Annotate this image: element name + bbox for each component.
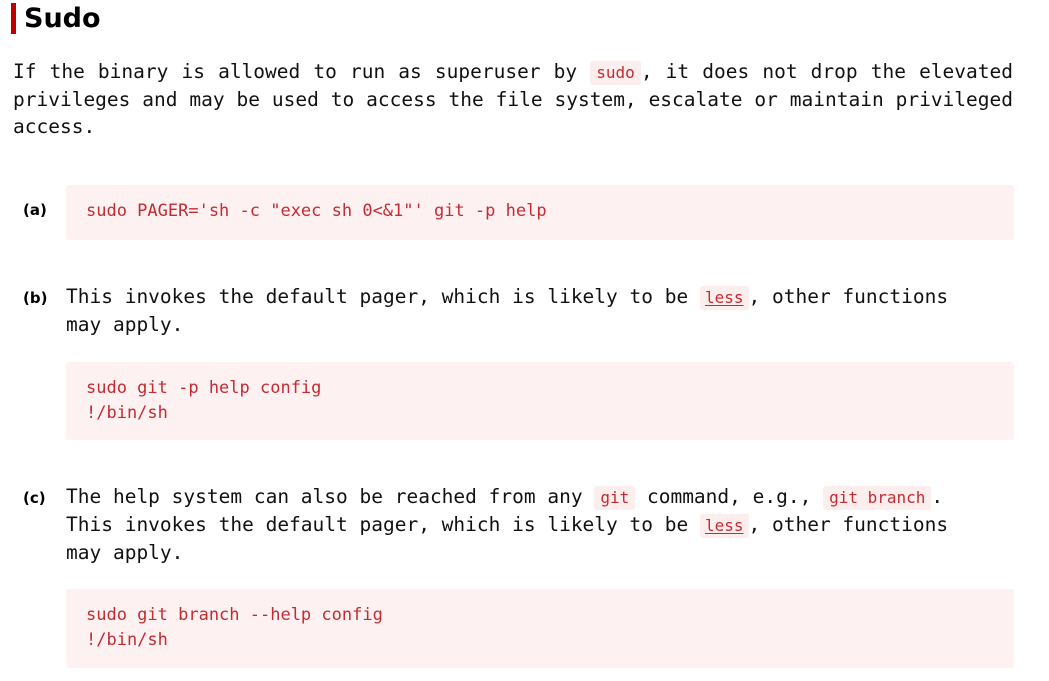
- inline-link-less-b[interactable]: less: [699, 286, 749, 310]
- inline-code-git-branch: git branch: [823, 486, 932, 510]
- code-block-c[interactable]: sudo git branch --help config !/bin/sh: [66, 589, 1014, 668]
- item-b-line-2: may apply.: [66, 313, 184, 336]
- item-c-text-part2: command, e.g.,: [646, 485, 812, 508]
- inline-code-git: git: [594, 486, 636, 510]
- intro-paragraph: If the binary is allowed to run as super…: [13, 58, 1013, 140]
- item-c-line2-part2: , other functions: [748, 513, 949, 536]
- inline-link-less-c[interactable]: less: [699, 514, 749, 538]
- item-label-c: (c): [23, 489, 46, 507]
- code-block-b[interactable]: sudo git -p help config !/bin/sh: [66, 362, 1014, 440]
- item-label-b: (b): [23, 289, 48, 307]
- item-b-text-part1: This invokes the default pager, which is…: [66, 285, 689, 308]
- inline-code-sudo: sudo: [590, 61, 641, 85]
- item-c-text-part3: .: [931, 485, 944, 508]
- item-c-text-part1: The help system can also be reached from…: [66, 485, 583, 508]
- intro-text-part1: If the binary is allowed to run as super…: [13, 60, 578, 83]
- item-b-text-part2: , other functions: [748, 285, 949, 308]
- item-paragraph-b: This invokes the default pager, which is…: [66, 283, 1016, 338]
- document-page: Sudo If the binary is allowed to run as …: [0, 0, 1049, 681]
- item-c-line2-part1: This invokes the default pager, which is…: [66, 513, 689, 536]
- item-c-line-1: The help system can also be reached from…: [66, 483, 1016, 511]
- item-c-line-3: may apply.: [66, 541, 184, 564]
- page-heading: Sudo: [11, 0, 101, 36]
- item-c-line-2: This invokes the default pager, which is…: [66, 511, 1016, 539]
- code-block-a[interactable]: sudo PAGER='sh -c "exec sh 0<&1"' git -p…: [66, 185, 1014, 240]
- item-label-a: (a): [23, 201, 47, 219]
- item-b-line-1: This invokes the default pager, which is…: [66, 283, 1016, 311]
- item-paragraph-c: The help system can also be reached from…: [66, 483, 1016, 566]
- page-title: Sudo: [24, 2, 101, 34]
- heading-accent-bar: [11, 2, 16, 34]
